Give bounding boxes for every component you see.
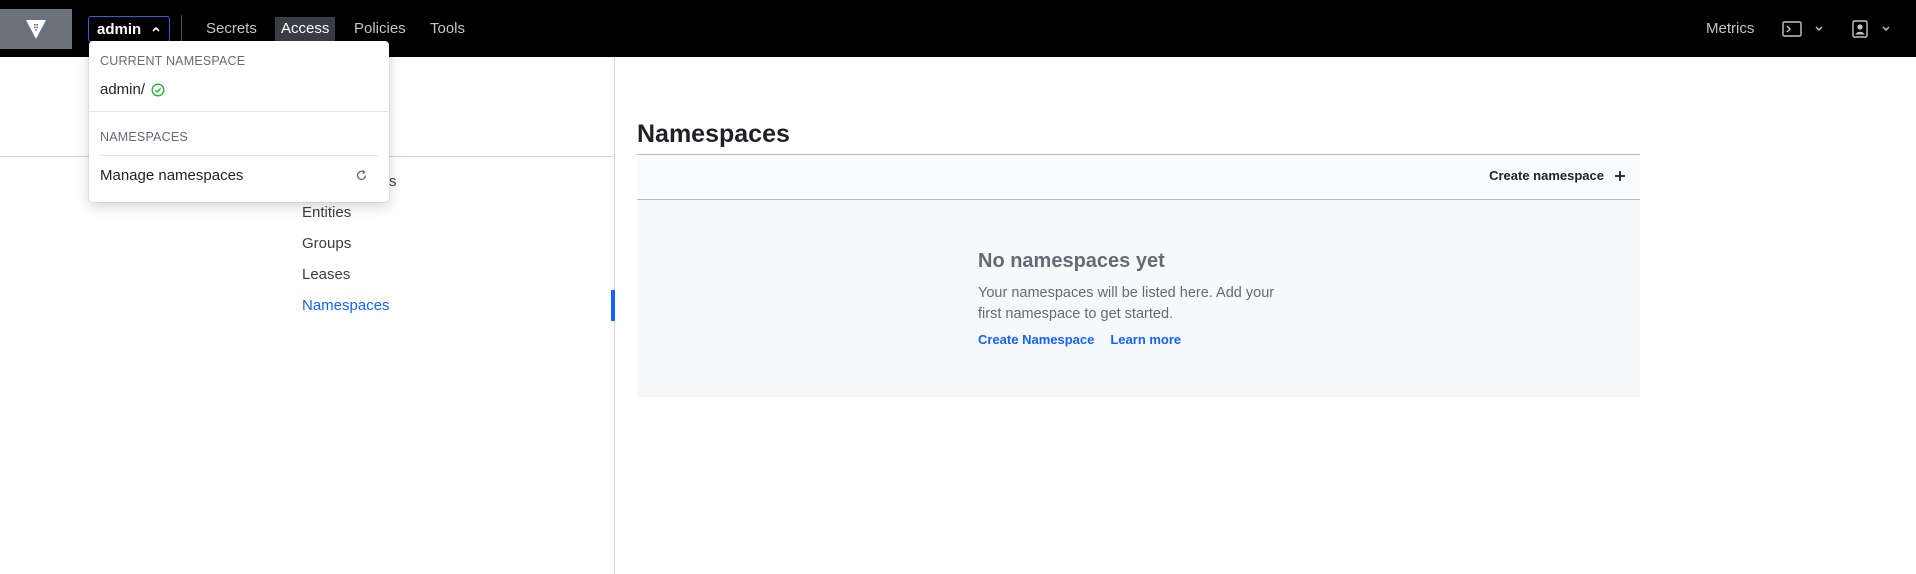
- nav-link-metrics[interactable]: Metrics: [1706, 17, 1754, 41]
- nav-link-tools[interactable]: Tools: [424, 17, 471, 41]
- sidebar-item-entities[interactable]: Entities: [302, 204, 351, 221]
- sidebar-item-groups[interactable]: Groups: [302, 235, 351, 252]
- namespace-toggle-label: admin: [97, 20, 142, 38]
- current-namespace: admin/: [100, 81, 165, 98]
- learn-more-link[interactable]: Learn more: [1110, 332, 1181, 347]
- plus-icon: [1615, 170, 1625, 181]
- empty-state: No namespaces yet Your namespaces will b…: [637, 200, 1640, 397]
- sidebar-active-indicator: [611, 290, 615, 321]
- create-namespace-link[interactable]: Create Namespace: [978, 332, 1094, 347]
- sidebar-item-partial[interactable]: s: [389, 173, 397, 190]
- chevron-down-icon: [1815, 26, 1823, 32]
- manage-namespaces-link[interactable]: Manage namespaces: [100, 167, 243, 184]
- namespaces-heading: NAMESPACES: [100, 130, 188, 144]
- user-menu-button[interactable]: [1851, 16, 1891, 42]
- empty-state-actions: Create Namespace Learn more: [978, 332, 1181, 347]
- logo-icon: [26, 20, 46, 39]
- empty-state-title: No namespaces yet: [978, 250, 1165, 272]
- create-namespace-button[interactable]: Create namespace: [1489, 168, 1626, 183]
- manage-namespaces-row: Manage namespaces: [100, 167, 378, 184]
- refresh-icon[interactable]: [355, 169, 368, 182]
- empty-state-message: Your namespaces will be listed here. Add…: [978, 285, 1275, 322]
- nav-link-secrets[interactable]: Secrets: [200, 17, 263, 41]
- current-namespace-value: admin/: [100, 81, 146, 98]
- nav-divider: [181, 15, 182, 43]
- vault-logo-button[interactable]: [0, 9, 72, 49]
- terminal-icon: [1782, 21, 1802, 37]
- sidebar-item-leases[interactable]: Leases: [302, 266, 350, 283]
- nav-link-access[interactable]: Access: [275, 17, 336, 41]
- namespace-dropdown: CURRENT NAMESPACE admin/ NAMESPACES Mana…: [89, 41, 389, 202]
- nav-link-policies[interactable]: Policies: [348, 17, 412, 41]
- create-namespace-label: Create namespace: [1489, 168, 1604, 183]
- dropdown-divider: [89, 111, 389, 112]
- namespaces-toolbar: Create namespace: [637, 154, 1640, 200]
- user-icon: [1852, 20, 1868, 38]
- chevron-down-icon: [1882, 26, 1890, 32]
- page-title: Namespaces: [637, 120, 790, 148]
- sidebar-item-namespaces[interactable]: Namespaces: [302, 297, 390, 314]
- current-namespace-heading: CURRENT NAMESPACE: [100, 54, 246, 68]
- check-circle-icon: [151, 82, 165, 97]
- namespace-toggle-button[interactable]: admin: [88, 16, 171, 42]
- chevron-up-icon: [152, 26, 160, 32]
- dropdown-divider: [100, 155, 378, 156]
- console-menu-button[interactable]: [1782, 16, 1824, 42]
